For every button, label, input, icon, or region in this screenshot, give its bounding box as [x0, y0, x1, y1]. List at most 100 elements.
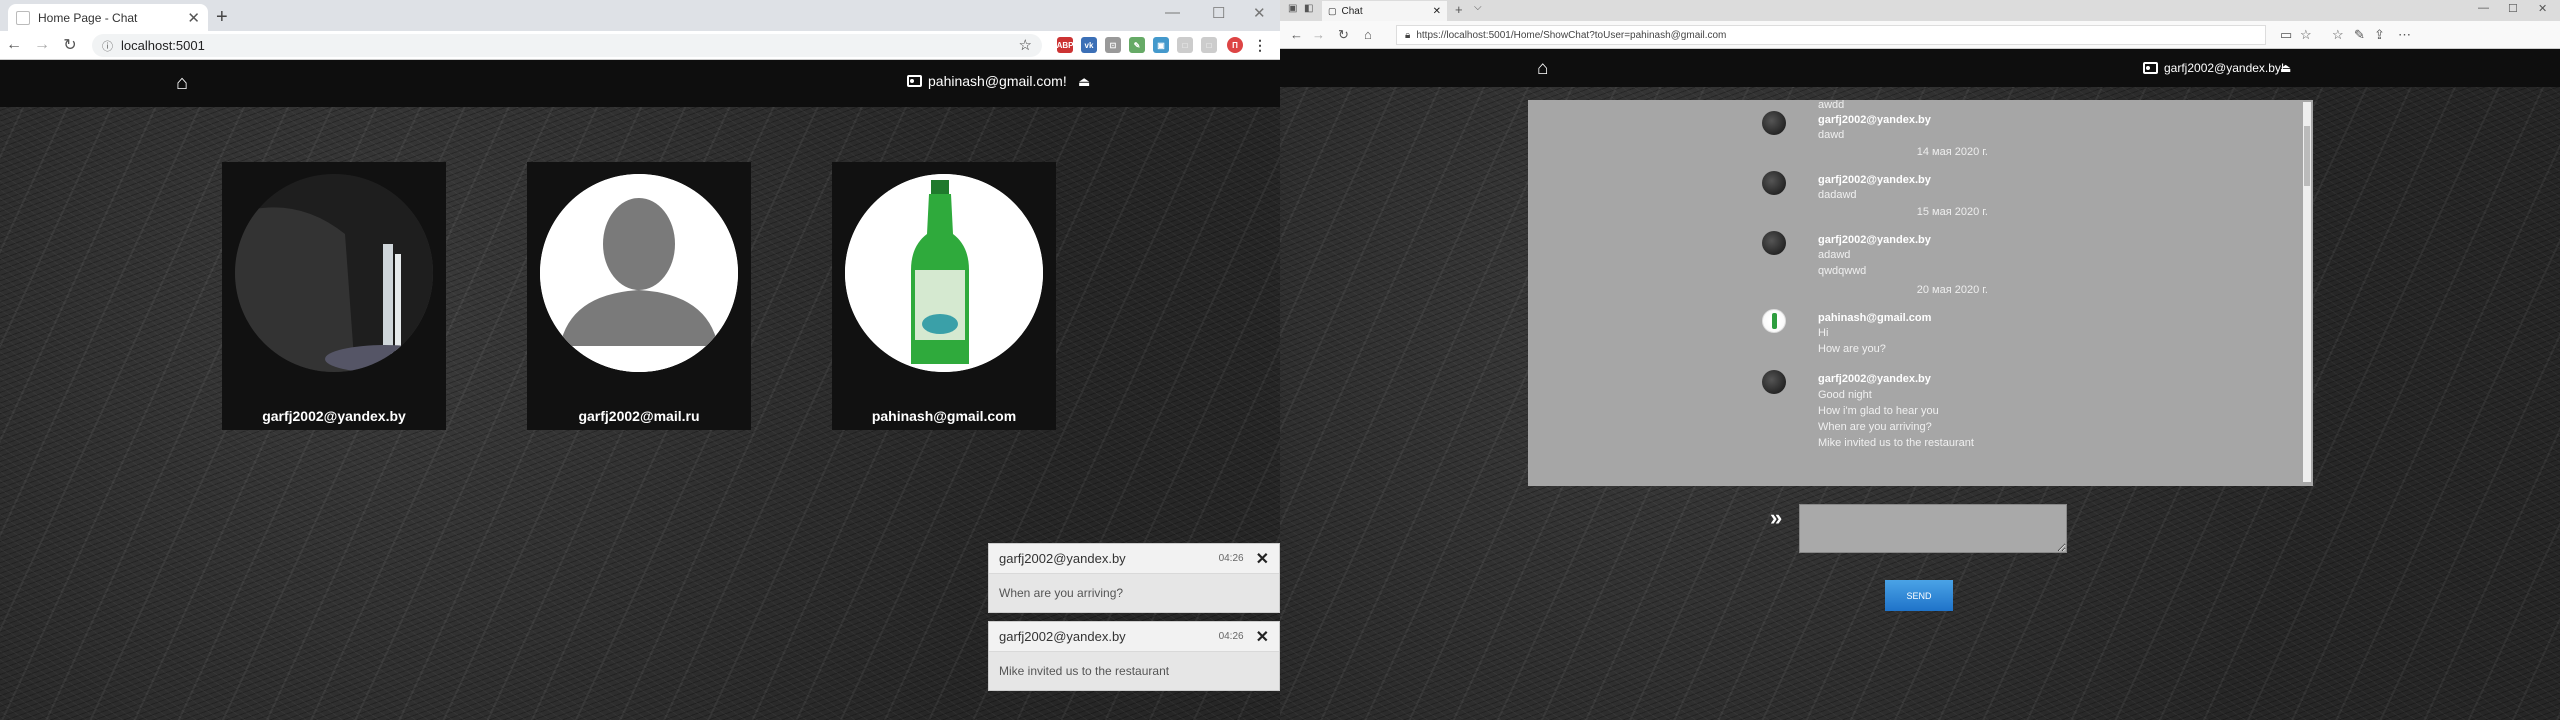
scrollbar-thumb[interactable]	[2304, 126, 2310, 186]
user-card[interactable]: pahinash@gmail.com	[832, 162, 1056, 430]
message-sender: garfj2002@yandex.by	[1818, 114, 1931, 126]
notification-toast[interactable]: garfj2002@yandex.by 04:26 ✕ Mike invited…	[988, 621, 1280, 691]
user-card[interactable]: garfj2002@yandex.by	[222, 162, 446, 430]
send-button[interactable]: SEND	[1885, 580, 1953, 611]
close-icon[interactable]: ✕	[1256, 627, 1269, 647]
bookmark-star-icon[interactable]: ☆	[1019, 36, 1032, 54]
extension-3-icon[interactable]: □	[1201, 37, 1217, 53]
close-icon[interactable]: ✕	[1256, 549, 1269, 569]
close-tab-icon[interactable]: ✕	[1433, 6, 1441, 17]
extension-icon[interactable]: ⊡	[1105, 37, 1121, 53]
share-icon[interactable]: ⇪	[2374, 27, 2385, 43]
waterfall-avatar	[235, 174, 433, 372]
avatar	[1762, 231, 1786, 255]
back-icon[interactable]: ←	[0, 36, 28, 54]
pen-icon[interactable]: ✎	[2354, 27, 2365, 43]
favorites-icon[interactable]: ☆	[2332, 27, 2344, 43]
toast-sender: garfj2002@yandex.by	[999, 629, 1126, 644]
home-icon[interactable]: ⌂	[176, 72, 188, 95]
tab-strip: Home Page - Chat ✕ + — ☐ ✕	[0, 0, 1280, 31]
person-silhouette-icon	[540, 174, 738, 372]
user-greeting[interactable]: garfj2002@yandex.by!	[2143, 61, 2284, 75]
message-input[interactable]	[1799, 504, 2067, 553]
eyedropper-icon[interactable]: ✎	[1129, 37, 1145, 53]
site-navbar: ⌂ garfj2002@yandex.by! ⏏	[1280, 49, 2560, 87]
left-browser-window: Home Page - Chat ✕ + — ☐ ✕ ← → ↻ ⓘ local…	[0, 0, 1280, 720]
tab-back-icon[interactable]: ◧	[1304, 3, 1313, 14]
favorite-star-icon[interactable]: ☆	[2300, 27, 2312, 43]
lock-icon: 🔒︎	[1405, 29, 1411, 41]
close-tab-icon[interactable]: ✕	[187, 9, 200, 27]
adblock-icon[interactable]: ABP	[1057, 37, 1073, 53]
message-sender: garfj2002@yandex.by	[1818, 234, 1931, 246]
home-icon[interactable]: ⌂	[1537, 58, 1548, 80]
reading-view-icon[interactable]: ▭	[2280, 27, 2292, 43]
message-text: Hi	[1818, 327, 1829, 339]
chat-scrollbar[interactable]	[2303, 102, 2311, 482]
bottle-avatar	[845, 174, 1043, 372]
toast-sender: garfj2002@yandex.by	[999, 551, 1126, 566]
browser-toolbar: ← → ↻ ⓘ localhost:5001 ☆ ABP vk ⊡ ✎ ▣ □ …	[0, 31, 1280, 60]
reload-icon[interactable]: ↻	[1338, 27, 1349, 43]
maximize-icon[interactable]: ☐	[1212, 4, 1225, 22]
address-bar[interactable]: 🔒︎ https://localhost:5001/Home/ShowChat?…	[1396, 25, 2266, 45]
extension-2-icon[interactable]: □	[1177, 37, 1193, 53]
date-separator: 15 мая 2020 г.	[1916, 206, 1988, 218]
user-greeting[interactable]: pahinash@gmail.com!	[907, 73, 1067, 89]
close-window-icon[interactable]: ✕	[1253, 4, 1266, 22]
user-email: garfj2002@yandex.by	[262, 408, 406, 424]
new-tab-icon[interactable]: +	[216, 6, 228, 29]
message-text: dawd	[1818, 129, 1845, 141]
chat-page: ⌂ garfj2002@yandex.by! ⏏ awdd garfj2002@…	[1280, 49, 2560, 720]
new-tab-icon[interactable]: +	[1455, 2, 1463, 17]
toast-message: Mike invited us to the restaurant	[989, 652, 1279, 690]
tab-title: Home Page - Chat	[38, 10, 138, 25]
back-icon[interactable]: ←	[1290, 27, 1303, 42]
logout-icon[interactable]: ⏏	[2280, 61, 2291, 75]
message-sender: pahinash@gmail.com	[1818, 312, 1932, 324]
notification-toast[interactable]: garfj2002@yandex.by 04:26 ✕ When are you…	[988, 543, 1280, 613]
message-text: dadawd	[1818, 189, 1857, 201]
avatar	[1762, 171, 1786, 195]
waterfall-photo	[235, 174, 433, 372]
url-text: localhost:5001	[121, 38, 205, 53]
address-bar[interactable]: ⓘ localhost:5001 ☆	[92, 34, 1042, 57]
minimize-icon[interactable]: —	[2478, 2, 2489, 14]
date-separator: 14 мая 2020 г.	[1916, 146, 1988, 158]
message-text: qwdqwwd	[1818, 265, 1867, 277]
url-text: https://localhost:5001/Home/ShowChat?toU…	[1416, 29, 1727, 41]
tab-chat[interactable]: ▢ Chat ✕	[1322, 1, 1447, 21]
avatar	[1762, 370, 1786, 394]
chat-history[interactable]: awdd garfj2002@yandex.by dawd 14 мая 202…	[1528, 100, 2313, 486]
toast-message: When are you arriving?	[989, 574, 1279, 612]
reload-icon[interactable]: ↻	[56, 35, 84, 55]
close-window-icon[interactable]: ✕	[2538, 2, 2547, 15]
forward-icon[interactable]: →	[28, 36, 56, 54]
menu-icon[interactable]: ⋮	[1252, 37, 1268, 53]
vk-icon[interactable]: vk	[1081, 37, 1097, 53]
tab-home-page[interactable]: Home Page - Chat ✕	[8, 4, 208, 31]
default-avatar	[540, 174, 738, 372]
message-sender: garfj2002@yandex.by	[1818, 373, 1931, 385]
browser-toolbar: ← → ↻ ⌂ 🔒︎ https://localhost:5001/Home/S…	[1280, 21, 2560, 49]
message-text: adawd	[1818, 249, 1851, 261]
screenshot-icon[interactable]: ▣	[1153, 37, 1169, 53]
message-text: Mike invited us to the restaurant	[1818, 437, 1974, 449]
minimize-icon[interactable]: —	[1165, 4, 1180, 21]
toast-header: garfj2002@yandex.by 04:26 ✕	[989, 544, 1279, 574]
home-page: ⌂ pahinash@gmail.com! ⏏ garfj2002@yandex…	[0, 60, 1280, 720]
forward-icon[interactable]: →	[1312, 27, 1325, 42]
logout-icon[interactable]: ⏏	[1078, 74, 1090, 90]
info-icon[interactable]: ⓘ	[102, 38, 113, 54]
tab-strip: ▣ ◧ ▢ Chat ✕ + ⌵ — ☐ ✕	[1280, 0, 2560, 21]
maximize-icon[interactable]: ☐	[2508, 2, 2518, 15]
user-card[interactable]: garfj2002@mail.ru	[527, 162, 751, 430]
message-sender: garfj2002@yandex.by	[1818, 174, 1931, 186]
tab-list-icon[interactable]: ⌵	[1474, 2, 1482, 13]
home-button-icon[interactable]: ⌂	[1364, 27, 1372, 42]
tab-groups-icon[interactable]: ▣	[1288, 3, 1297, 14]
more-icon[interactable]: ⋯	[2398, 27, 2411, 43]
profile-avatar[interactable]: П	[1227, 37, 1243, 53]
page-icon: ▢	[1328, 5, 1337, 16]
toast-time: 04:26	[1218, 553, 1244, 564]
